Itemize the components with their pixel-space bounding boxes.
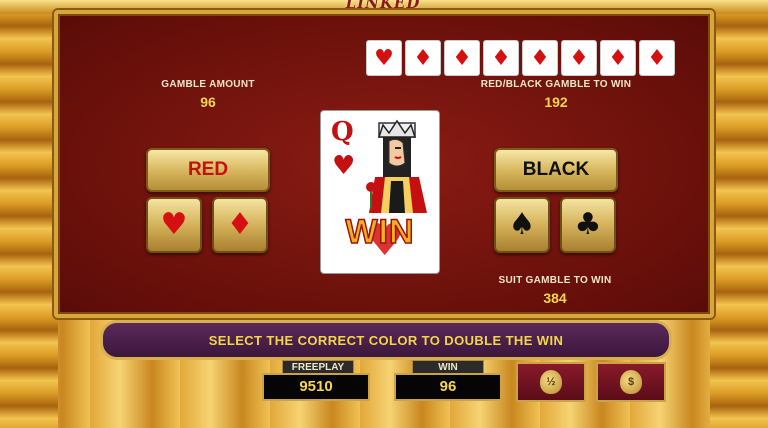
hearts-button[interactable]: ♥: [146, 197, 202, 253]
red-black-gamble-value: 192: [544, 94, 568, 110]
gamble-amount-value: 96: [200, 94, 216, 110]
history-card: ♦: [639, 40, 675, 76]
history-card: ♦: [444, 40, 480, 76]
red-button[interactable]: RED: [146, 148, 270, 192]
gamble-amount-label: GAMBLE AMOUNT: [161, 79, 255, 90]
history-card: ♦: [483, 40, 519, 76]
diamonds-button[interactable]: ♦: [212, 197, 268, 253]
message-bar: SELECT THE CORRECT COLOR TO DOUBLE THE W…: [100, 320, 672, 360]
collect-button[interactable]: $: [596, 362, 666, 402]
spade-icon: ♠: [508, 207, 536, 242]
history-card: ♦: [600, 40, 636, 76]
card-history: ♥ ♦ ♦ ♦ ♦ ♦ ♦ ♦: [366, 40, 675, 76]
half-collect-button[interactable]: ½: [516, 362, 586, 402]
win-value: 96: [394, 373, 502, 401]
red-black-gamble-label: RED/BLACK GAMBLE TO WIN: [480, 79, 632, 90]
spades-button[interactable]: ♠: [494, 197, 550, 253]
heart-icon: ♥: [160, 207, 188, 242]
suit-gamble-value: 384: [543, 290, 567, 306]
history-card: ♦: [405, 40, 441, 76]
card-suit-icon: ♥: [332, 151, 356, 181]
history-card: ♥: [366, 40, 402, 76]
black-button[interactable]: BLACK: [494, 148, 618, 192]
queen-portrait: [366, 119, 427, 213]
left-column: [0, 0, 58, 428]
drawn-card: Q ♥ ♥ WIN: [320, 110, 440, 274]
win-text: WIN: [345, 212, 415, 252]
right-column: [710, 0, 768, 428]
money-bag-icon: $: [620, 370, 642, 394]
diamond-icon: ♦: [226, 207, 254, 242]
club-icon: ♣: [574, 207, 602, 242]
card-rank: Q: [331, 117, 354, 147]
money-bag-half-icon: ½: [540, 370, 562, 394]
freeplay-value: 9510: [262, 373, 370, 401]
suit-gamble-label: SUIT GAMBLE TO WIN: [498, 275, 612, 286]
clubs-button[interactable]: ♣: [560, 197, 616, 253]
history-card: ♦: [561, 40, 597, 76]
history-card: ♦: [522, 40, 558, 76]
